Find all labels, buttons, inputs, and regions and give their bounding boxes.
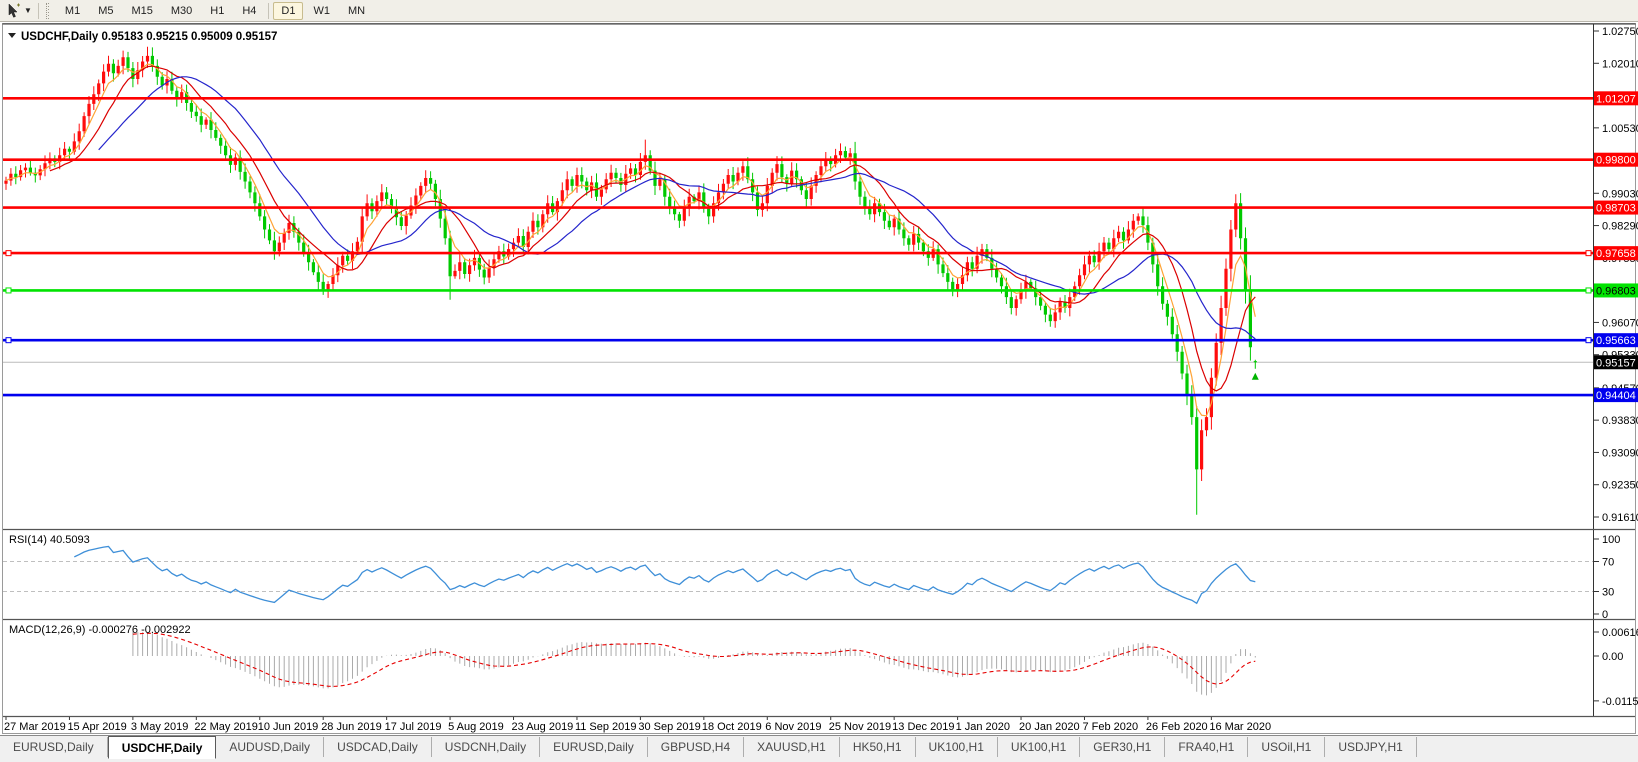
date-axis-label: 26 Feb 2020 bbox=[1146, 721, 1208, 733]
macd-pane-label: MACD(12,26,9) -0.000276 -0.002922 bbox=[9, 624, 191, 636]
symbol-tab-eurusd-daily[interactable]: EURUSD,Daily bbox=[540, 737, 648, 757]
price-axis-label: 0.91610 bbox=[1602, 512, 1638, 524]
hline-price-chip-label: 0.99800 bbox=[1596, 155, 1636, 167]
macd-signal-line bbox=[132, 632, 1256, 687]
symbol-tab-fra40-h1[interactable]: FRA40,H1 bbox=[1165, 737, 1249, 757]
price-axis-label: 0.96070 bbox=[1602, 317, 1638, 329]
hline-handle[interactable] bbox=[5, 250, 12, 257]
price-pane bbox=[3, 46, 1593, 515]
candle-bodies-up bbox=[4, 55, 1238, 470]
date-axis-label: 13 Dec 2019 bbox=[892, 721, 954, 733]
price-axis-label: 1.00530 bbox=[1602, 123, 1638, 135]
hline-handle[interactable] bbox=[1585, 250, 1592, 257]
hline-price-chip-label: 0.96803 bbox=[1596, 285, 1636, 297]
macd-axis-label: 0.006167 bbox=[1602, 627, 1638, 639]
symbol-tab-ger30-h1[interactable]: GER30,H1 bbox=[1080, 737, 1166, 757]
symbol-tab-uk100-h1[interactable]: UK100,H1 bbox=[916, 737, 998, 757]
rsi-line bbox=[74, 545, 1256, 605]
symbol-tab-audusd-daily[interactable]: AUDUSD,Daily bbox=[216, 737, 325, 757]
date-axis-label: 15 Apr 2019 bbox=[67, 721, 126, 733]
rsi-axis-label: 30 bbox=[1602, 587, 1614, 599]
date-axis-label: 3 May 2019 bbox=[131, 721, 188, 733]
symbol-tab-eurusd-daily[interactable]: EURUSD,Daily bbox=[0, 737, 108, 757]
rsi-pane bbox=[3, 545, 1593, 605]
price-axis-label: 0.98290 bbox=[1602, 221, 1638, 233]
buy-signal-arrow-icon bbox=[1251, 372, 1259, 380]
symbol-tab-gbpusd-h4[interactable]: GBPUSD,H4 bbox=[648, 737, 745, 757]
rsi-pane-label: RSI(14) 40.5093 bbox=[9, 534, 90, 546]
hline-handle[interactable] bbox=[5, 287, 12, 294]
symbol-tab-usdcad-daily[interactable]: USDCAD,Daily bbox=[324, 737, 432, 757]
price-axis-label: 1.02750 bbox=[1602, 26, 1638, 38]
symbol-tab-usdjpy-h1[interactable]: USDJPY,H1 bbox=[1325, 737, 1417, 757]
macd-axis-label: 0.00 bbox=[1602, 651, 1623, 663]
macd-histogram bbox=[132, 631, 1256, 696]
trading-terminal: { "toolbar": { "cursor_tool": "crosshair… bbox=[0, 0, 1638, 762]
hline-price-chip-label: 1.01207 bbox=[1596, 93, 1636, 105]
hline-price-chip-label: 0.97658 bbox=[1596, 248, 1636, 260]
symbol-tab-xauusd-h1[interactable]: XAUUSD,H1 bbox=[744, 737, 840, 757]
price-axis-label: 0.99030 bbox=[1602, 188, 1638, 200]
rsi-axis-label: 0 bbox=[1602, 609, 1608, 621]
date-axis-label: 23 Aug 2019 bbox=[512, 721, 574, 733]
hline-price-chip-label: 0.98703 bbox=[1596, 203, 1636, 215]
rsi-axis-label: 70 bbox=[1602, 557, 1614, 569]
ma-line-ema-fast bbox=[5, 63, 1256, 417]
rsi-axis-label: 100 bbox=[1602, 534, 1620, 546]
date-axis-label: 6 Nov 2019 bbox=[765, 721, 821, 733]
hline-handle[interactable] bbox=[5, 337, 12, 344]
chart-window-border bbox=[2, 23, 1636, 734]
price-axis-label: 0.93090 bbox=[1602, 447, 1638, 459]
price-axis-label: 1.02010 bbox=[1602, 58, 1638, 70]
pane-labels: USDCHF,Daily 0.95183 0.95215 0.95009 0.9… bbox=[8, 31, 277, 636]
date-axis-label: 7 Feb 2020 bbox=[1082, 721, 1138, 733]
date-axis-label: 28 Jun 2019 bbox=[321, 721, 382, 733]
chart-frame bbox=[2, 23, 1636, 734]
price-axis-label: 0.92350 bbox=[1602, 480, 1638, 492]
date-axis-label: 20 Jan 2020 bbox=[1019, 721, 1080, 733]
date-axis-label: 25 Nov 2019 bbox=[829, 721, 891, 733]
date-axis-label: 5 Aug 2019 bbox=[448, 721, 504, 733]
ma-line-sma-mid bbox=[49, 65, 1256, 392]
price-axis: 1.027501.020101.012701.005300.997900.990… bbox=[1594, 26, 1638, 708]
macd-axis-label: -0.011531 bbox=[1602, 696, 1638, 708]
symbol-tab-usoil-h1[interactable]: USOil,H1 bbox=[1248, 737, 1326, 757]
symbol-tabbar: EURUSD,Daily USDCHF,Daily AUDUSD,Daily USDC… bbox=[0, 735, 1638, 762]
symbol-tab-usdcnh-daily[interactable]: USDCNH,Daily bbox=[432, 737, 541, 757]
date-axis-label: 17 Jul 2019 bbox=[385, 721, 442, 733]
hline-handle[interactable] bbox=[1585, 287, 1592, 294]
symbol-tab-hk50-h1[interactable]: HK50,H1 bbox=[840, 737, 916, 757]
candle-bodies-down bbox=[14, 55, 1257, 470]
candle-wicks-up bbox=[5, 46, 1237, 481]
date-axis-label: 22 May 2019 bbox=[194, 721, 258, 733]
date-axis-label: 1 Jan 2020 bbox=[956, 721, 1010, 733]
date-axis-label: 27 Mar 2019 bbox=[4, 721, 66, 733]
symbol-tab-uk100-h1[interactable]: UK100,H1 bbox=[998, 737, 1081, 757]
price-axis-label: 0.93830 bbox=[1602, 415, 1638, 427]
date-axis: 27 Mar 2019 15 Apr 2019 3 May 2019 22 May 2… bbox=[4, 717, 1271, 733]
current-price-chip-label: 0.95157 bbox=[1596, 357, 1636, 369]
chart-title: USDCHF,Daily 0.95183 0.95215 0.95009 0.9… bbox=[21, 31, 277, 43]
date-axis-label: 18 Oct 2019 bbox=[702, 721, 762, 733]
macd-pane bbox=[132, 631, 1256, 696]
hline-handle[interactable] bbox=[1585, 337, 1592, 344]
date-axis-label: 16 Mar 2020 bbox=[1209, 721, 1271, 733]
date-axis-label: 11 Sep 2019 bbox=[575, 721, 637, 733]
date-axis-label: 30 Sep 2019 bbox=[638, 721, 700, 733]
hline-price-chip-label: 0.94404 bbox=[1596, 390, 1636, 402]
hline-price-chip-label: 0.95663 bbox=[1596, 335, 1636, 347]
symbol-tab-usdchf-daily[interactable]: USDCHF,Daily bbox=[107, 736, 217, 759]
date-axis-label: 10 Jun 2019 bbox=[258, 721, 319, 733]
chart-title-collapse-icon[interactable] bbox=[8, 33, 16, 38]
chart-canvas[interactable]: 1.027501.020101.012701.005300.997900.990… bbox=[0, 0, 1638, 735]
